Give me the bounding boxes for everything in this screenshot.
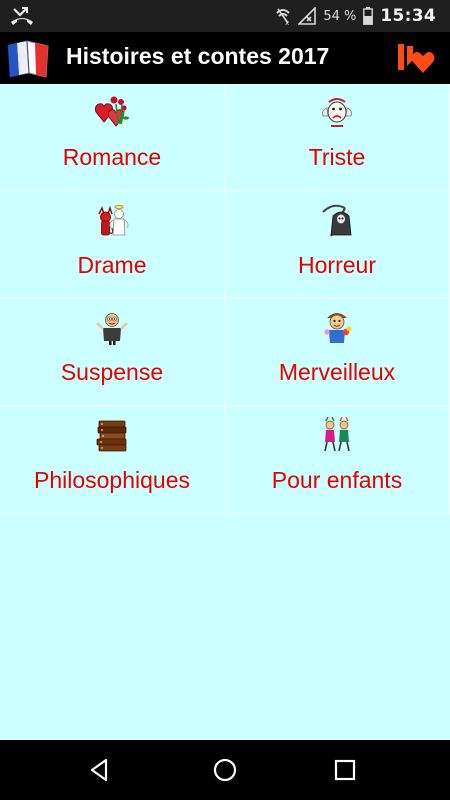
category-pour-enfants[interactable]: Pour enfants (226, 406, 450, 514)
hearts-roses-icon (94, 96, 129, 127)
back-icon[interactable] (84, 756, 114, 784)
app-title: Histoires et contes 2017 (66, 43, 330, 69)
status-bar: x 54 % 15:34 (0, 0, 450, 32)
battery-icon (363, 7, 374, 25)
books-stack-icon (96, 420, 127, 451)
sad-face-icon (322, 98, 352, 127)
category-suspense[interactable]: Suspense (0, 299, 226, 407)
svg-text:x: x (285, 19, 289, 25)
devil-angel-icon (98, 204, 129, 235)
category-drame[interactable]: Drame (0, 191, 226, 299)
status-right-group: x 54 % 15:34 (275, 0, 436, 32)
navigation-bar (0, 740, 450, 800)
category-label: Philosophiques (33, 466, 190, 493)
clock: 15:34 (380, 6, 436, 26)
category-merveilleux[interactable]: Merveilleux (226, 299, 450, 407)
signal-no-sim-icon (298, 7, 317, 25)
category-triste[interactable]: Triste (226, 84, 450, 192)
category-label: Pour enfants (271, 466, 403, 493)
category-label: Triste (308, 144, 366, 170)
missed-call-icon (11, 7, 33, 25)
unlike-heart-icon[interactable] (396, 40, 436, 76)
category-romance[interactable]: Romance (0, 84, 226, 192)
wonder-character-icon (324, 313, 352, 343)
app-bar: Histoires et contes 2017 (0, 32, 450, 84)
suspense-character-icon (96, 313, 128, 345)
category-label: Romance (62, 144, 162, 170)
category-label: Drame (77, 251, 147, 278)
category-label: Suspense (60, 359, 164, 385)
children-icon (324, 416, 350, 451)
category-horreur[interactable]: Horreur (226, 191, 450, 299)
recents-icon[interactable] (330, 756, 360, 784)
category-grid: Romance Triste Drame Horreur Suspense Me… (0, 84, 450, 514)
category-label: Merveilleux (278, 359, 396, 385)
category-label: Horreur (298, 251, 376, 278)
battery-percent: 54 % (323, 8, 357, 24)
category-philosophiques[interactable]: Philosophiques (0, 406, 226, 514)
french-flag-book-icon (7, 40, 49, 78)
wifi-off-icon: x (276, 8, 291, 25)
home-icon[interactable] (210, 756, 240, 784)
grim-reaper-icon (322, 204, 352, 236)
